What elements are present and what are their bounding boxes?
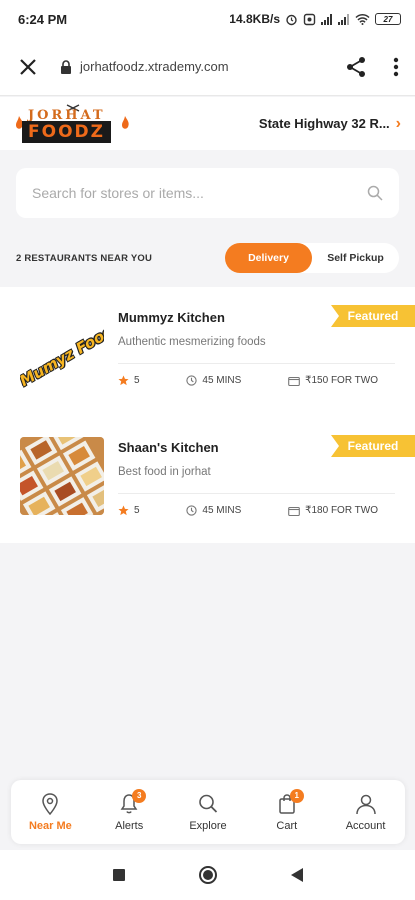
divider bbox=[118, 493, 395, 494]
back-icon[interactable] bbox=[290, 867, 304, 883]
share-icon[interactable] bbox=[345, 56, 367, 78]
restaurant-thumbnail bbox=[20, 437, 104, 515]
location-pin-icon bbox=[42, 792, 59, 815]
status-time: 6:24 PM bbox=[18, 11, 68, 27]
clock-icon bbox=[186, 375, 198, 386]
recent-apps-icon[interactable] bbox=[112, 868, 126, 882]
cost-value: ₹150 FOR TWO bbox=[305, 375, 378, 386]
featured-badge: Featured bbox=[331, 305, 415, 327]
wifi-icon bbox=[355, 13, 370, 25]
screen-record-icon bbox=[303, 13, 316, 25]
logo-text-bottom: FOODZ bbox=[22, 120, 111, 143]
search-icon[interactable] bbox=[367, 185, 383, 201]
restaurant-card[interactable]: Mumyz Food Mummyz Kitchen Featured Authe… bbox=[0, 287, 415, 417]
search-icon bbox=[199, 794, 218, 813]
featured-badge: Featured bbox=[331, 435, 415, 457]
system-navigation-bar bbox=[0, 850, 415, 900]
url-text: jorhatfoodz.xtrademy.com bbox=[80, 59, 229, 74]
clock-icon bbox=[186, 505, 198, 516]
delivery-time-value: 45 MINS bbox=[202, 375, 242, 386]
rating-value: 5 bbox=[134, 375, 140, 386]
nav-near-me[interactable]: Near Me bbox=[15, 792, 85, 832]
close-icon[interactable] bbox=[16, 55, 40, 79]
alerts-count-badge: 3 bbox=[132, 788, 147, 803]
delivery-time-value: 45 MINS bbox=[202, 505, 242, 516]
restaurant-description: Best food in jorhat bbox=[118, 466, 211, 478]
signal-icon bbox=[321, 13, 333, 25]
home-icon[interactable] bbox=[198, 865, 218, 885]
restaurant-card[interactable]: Shaan's Kitchen Featured Best food in jo… bbox=[0, 417, 415, 547]
nav-label: Cart bbox=[276, 819, 298, 832]
star-icon bbox=[118, 505, 129, 516]
restaurant-thumbnail: Mumyz Food bbox=[20, 319, 104, 397]
network-speed: 14.8KB/s bbox=[229, 12, 280, 26]
star-icon bbox=[118, 375, 129, 386]
delivery-time: 45 MINS bbox=[186, 375, 241, 386]
nav-label: Explore bbox=[189, 819, 227, 832]
flame-icon-right bbox=[122, 115, 129, 129]
bottom-navigation: Near Me 3 Alerts Explore 1 Cart Account bbox=[11, 780, 405, 844]
lock-icon bbox=[61, 59, 71, 74]
restaurant-count: 2 RESTAURANTS NEAR YOU bbox=[16, 252, 153, 264]
restaurant-name: Mummyz Kitchen bbox=[118, 310, 225, 325]
nav-account[interactable]: Account bbox=[331, 793, 401, 832]
delivery-time: 45 MINS bbox=[186, 505, 241, 516]
restaurant-list: Mumyz Food Mummyz Kitchen Featured Authe… bbox=[0, 287, 415, 543]
status-icons: 14.8KB/s 27 bbox=[229, 12, 401, 26]
nav-label: Account bbox=[345, 819, 386, 832]
nav-cart[interactable]: 1 Cart bbox=[252, 788, 322, 832]
wallet-icon bbox=[288, 506, 300, 516]
thumbnail-label: Mumyz Food bbox=[20, 321, 104, 391]
restaurant-description: Authentic mesmerizing foods bbox=[118, 336, 266, 348]
status-bar: 6:24 PM 14.8KB/s 27 bbox=[0, 0, 415, 38]
location-text: State Highway 32 R... bbox=[258, 116, 390, 131]
search-input[interactable] bbox=[32, 185, 332, 201]
cost-for-two: ₹180 FOR TWO bbox=[288, 505, 378, 516]
rating: 5 bbox=[118, 375, 140, 386]
user-icon bbox=[355, 794, 376, 814]
cart-count-badge: 1 bbox=[289, 788, 304, 803]
brand-logo[interactable]: JORHAT FOODZ bbox=[14, 103, 130, 144]
alarm-icon bbox=[286, 14, 297, 25]
self-pickup-option[interactable]: Self Pickup bbox=[312, 243, 399, 273]
nav-label: Alerts bbox=[115, 819, 144, 832]
delivery-option[interactable]: Delivery bbox=[225, 243, 312, 273]
divider bbox=[118, 363, 395, 364]
restaurant-meta: 5 45 MINS ₹150 FOR TWO bbox=[118, 375, 378, 386]
chevron-right-icon: › bbox=[395, 114, 401, 132]
restaurant-name: Shaan's Kitchen bbox=[118, 440, 219, 455]
more-options-icon[interactable] bbox=[393, 57, 399, 77]
location-selector[interactable]: State Highway 32 R... › bbox=[259, 115, 401, 133]
battery-icon: 27 bbox=[375, 13, 401, 25]
nav-alerts[interactable]: 3 Alerts bbox=[94, 788, 164, 832]
cost-for-two: ₹150 FOR TWO bbox=[288, 375, 378, 386]
cost-value: ₹180 FOR TWO bbox=[305, 505, 378, 516]
search-bar bbox=[16, 168, 399, 218]
wallet-icon bbox=[288, 376, 300, 386]
nav-label: Near Me bbox=[28, 819, 72, 832]
rating: 5 bbox=[118, 505, 140, 516]
signal-icon-2 bbox=[338, 13, 350, 25]
nav-explore[interactable]: Explore bbox=[173, 793, 243, 832]
filter-row: 2 RESTAURANTS NEAR YOU Delivery Self Pic… bbox=[16, 243, 399, 273]
rating-value: 5 bbox=[134, 505, 140, 516]
browser-toolbar: jorhatfoodz.xtrademy.com bbox=[0, 38, 415, 96]
delivery-mode-toggle: Delivery Self Pickup bbox=[225, 243, 399, 273]
address-bar[interactable]: jorhatfoodz.xtrademy.com bbox=[60, 59, 345, 74]
app-header: JORHAT FOODZ State Highway 32 R... › bbox=[0, 97, 415, 150]
restaurant-meta: 5 45 MINS ₹180 FOR TWO bbox=[118, 505, 378, 516]
food-platter-image bbox=[20, 437, 104, 515]
